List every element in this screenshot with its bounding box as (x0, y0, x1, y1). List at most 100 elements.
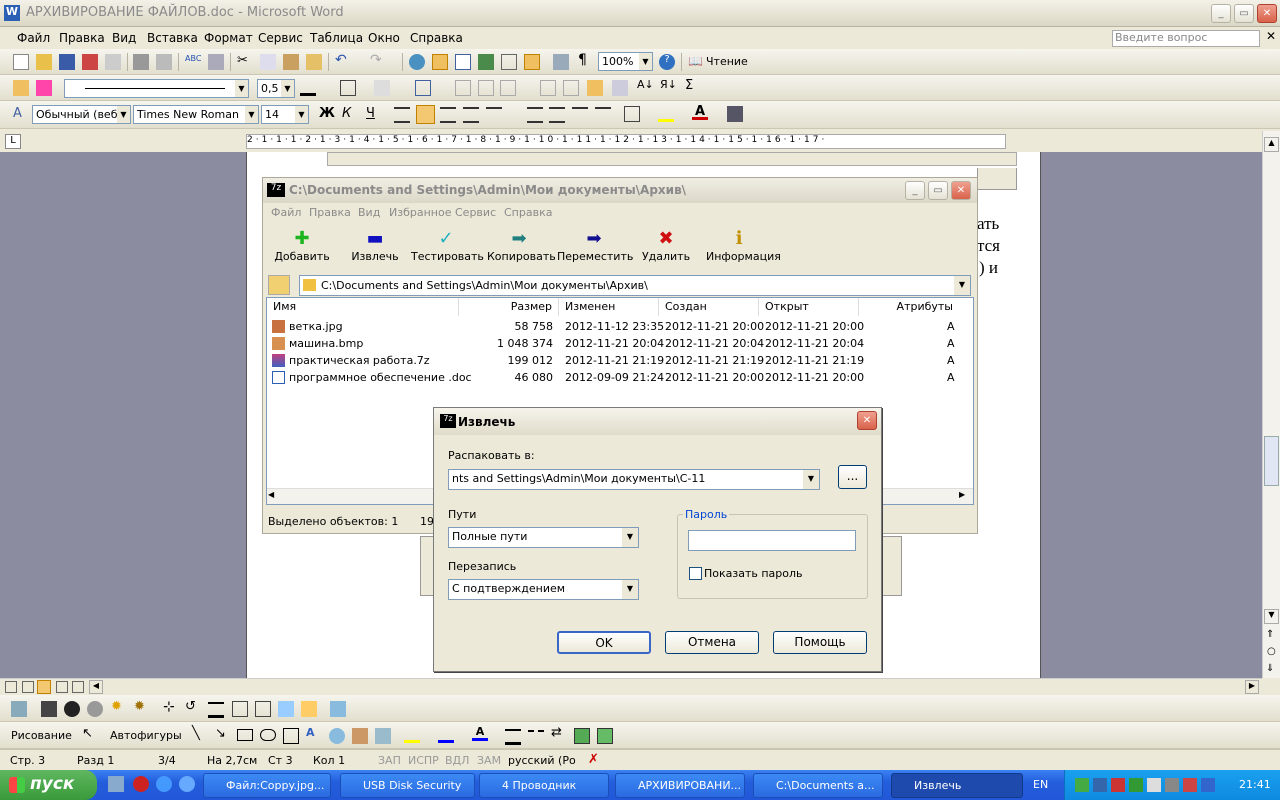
outside-border-icon[interactable] (624, 106, 640, 122)
paste-icon[interactable] (283, 54, 299, 70)
sort-asc-icon[interactable]: A↓ (637, 78, 654, 94)
picture-icon[interactable] (375, 728, 391, 744)
task-sevenzip-window[interactable]: C:\Documents a... (753, 773, 883, 798)
hscroll-left-button[interactable]: ◀ (89, 680, 103, 694)
drawing-icon[interactable] (524, 54, 540, 70)
menu-insert[interactable]: Вставка (147, 31, 198, 45)
sz-menu-file[interactable]: Файл (271, 206, 301, 219)
move-button[interactable]: ➡ Переместить (557, 228, 633, 272)
font-select[interactable]: Times New Roman ▼ (133, 105, 259, 124)
line-weight-select[interactable]: 0,5 ▼ (257, 79, 295, 98)
reading-button[interactable]: Чтение (706, 55, 748, 68)
crop-icon[interactable]: ⊹ (163, 699, 179, 715)
col-modified[interactable]: Изменен (559, 298, 659, 316)
file-row[interactable]: практическая работа.7z 199 012 2012-11-2… (267, 352, 973, 369)
insert-table-icon[interactable] (455, 54, 471, 70)
close-button[interactable]: ✕ (1257, 4, 1277, 23)
reset-picture-icon[interactable] (330, 701, 346, 717)
tray-security-icon[interactable] (1111, 778, 1125, 792)
draw-menu[interactable]: Рисование (11, 729, 72, 742)
copy-icon[interactable] (260, 54, 276, 70)
status-ext[interactable]: ВДЛ (445, 754, 469, 767)
less-brightness-icon[interactable]: ✹ (134, 699, 150, 715)
tray-update-icon[interactable] (1201, 778, 1215, 792)
font-color2-icon[interactable]: A (472, 725, 488, 741)
menu-window[interactable]: Окно (368, 31, 400, 45)
task-file-coppy[interactable]: Файл:Coppy.jpg... (203, 773, 331, 798)
bullets-icon[interactable] (549, 107, 565, 123)
textbox-icon[interactable] (283, 728, 299, 744)
clipart-icon[interactable] (352, 728, 368, 744)
outline-view-icon[interactable] (56, 681, 68, 693)
line-icon[interactable]: ╲ (192, 726, 208, 742)
autoformat-icon[interactable] (587, 80, 603, 96)
sevenzip-title-bar[interactable]: 7z C:\Documents and Settings\Admin\Мои д… (263, 178, 977, 203)
start-button[interactable]: пуск (0, 770, 97, 800)
maximize-button[interactable]: ▭ (1234, 4, 1254, 23)
col-name[interactable]: Имя (267, 298, 459, 316)
scroll-up-button[interactable]: ▲ (1264, 137, 1279, 152)
show-password-checkbox[interactable] (689, 567, 702, 580)
autosum-icon[interactable]: Σ (685, 78, 701, 94)
draw-table-icon[interactable] (13, 80, 29, 96)
browse-object-icon[interactable]: ○ (1267, 646, 1276, 657)
add-button[interactable]: ✚ Добавить (273, 228, 331, 272)
bold-icon[interactable]: Ж (319, 106, 335, 122)
tray-safely-remove-icon[interactable] (1183, 778, 1197, 792)
minimize-button[interactable]: _ (1211, 4, 1231, 23)
print-icon[interactable] (133, 54, 149, 70)
select-objects-icon[interactable]: ↖ (82, 726, 98, 742)
spelling-status-icon[interactable]: ✗ (588, 752, 599, 767)
extract-path-input[interactable]: nts and Settings\Admin\Мои документы\С-1… (448, 469, 820, 490)
hscroll-right-button[interactable]: ▶ (1245, 680, 1259, 694)
extract-button[interactable]: ▬ Извлечь (346, 228, 404, 272)
shading-icon[interactable] (374, 80, 390, 96)
menu-file[interactable]: Файл (17, 31, 50, 45)
diagram-icon[interactable] (329, 728, 345, 744)
sevenzip-minimize-button[interactable]: _ (905, 181, 925, 200)
reading-layout-icon[interactable]: 📖 (688, 54, 704, 70)
rectangle-icon[interactable] (237, 729, 253, 741)
arrow-style-icon[interactable]: ⇄ (551, 725, 567, 741)
normal-view-icon[interactable] (5, 681, 17, 693)
test-button[interactable]: ✓ Тестировать (411, 228, 484, 272)
format-painter-icon[interactable] (306, 54, 322, 70)
align-cell-icon[interactable] (500, 80, 516, 96)
set-transparent-icon[interactable] (301, 701, 317, 717)
help-question-input[interactable]: Введите вопрос (1112, 30, 1260, 47)
list-scroll-right[interactable]: ▶ (959, 490, 965, 499)
decrease-indent-icon[interactable] (572, 107, 588, 123)
zoom-select[interactable]: 100% ▼ (598, 52, 653, 71)
styles-icon[interactable]: A (13, 106, 29, 122)
task-word-document[interactable]: АРХИВИРОВАНИ... (615, 773, 745, 798)
dialog-title-bar[interactable]: 7z Извлечь ✕ (434, 408, 881, 435)
scroll-down-button[interactable]: ▼ (1264, 609, 1279, 624)
ie2-icon[interactable] (179, 776, 195, 792)
copy-button[interactable]: ➡ Копировать (487, 228, 556, 272)
menu-table[interactable]: Таблица (310, 31, 363, 45)
permission-icon[interactable] (82, 54, 98, 70)
menu-help[interactable]: Справка (410, 31, 463, 45)
preview-icon[interactable] (156, 54, 172, 70)
sevenzip-maximize-button[interactable]: ▭ (928, 181, 948, 200)
delete-button[interactable]: ✖ Удалить (641, 228, 691, 272)
paths-select[interactable]: Полные пути ▼ (448, 527, 639, 548)
sevenzip-close-button[interactable]: ✕ (951, 181, 971, 200)
fill-color-icon[interactable] (404, 727, 420, 743)
new-icon[interactable] (13, 54, 29, 70)
border-color-icon[interactable] (300, 80, 316, 96)
vertical-scrollbar[interactable]: ▲ ▼ ⇑ ○ ⇓ (1262, 131, 1280, 678)
menu-edit[interactable]: Правка (59, 31, 105, 45)
task-usb-disk-security[interactable]: USB Disk Security (340, 773, 475, 798)
arrow-icon[interactable]: ↘ (215, 726, 231, 742)
col-opened[interactable]: Открыт (759, 298, 859, 316)
task-extract-dialog[interactable]: Извлечь (891, 773, 1023, 798)
reading-view-icon[interactable] (72, 681, 84, 693)
distribute-rows-icon[interactable] (540, 80, 556, 96)
hyperlink-icon[interactable] (409, 54, 425, 70)
file-row[interactable]: машина.bmp 1 048 374 2012-11-21 20:04 20… (267, 335, 973, 352)
file-row[interactable]: ветка.jpg 58 758 2012-11-12 23:35 2012-1… (267, 318, 973, 335)
undo-icon[interactable]: ↶ (335, 52, 351, 68)
sz-menu-favorites[interactable]: Избранное (389, 206, 451, 219)
task-explorer[interactable]: 4 Проводник (479, 773, 609, 798)
